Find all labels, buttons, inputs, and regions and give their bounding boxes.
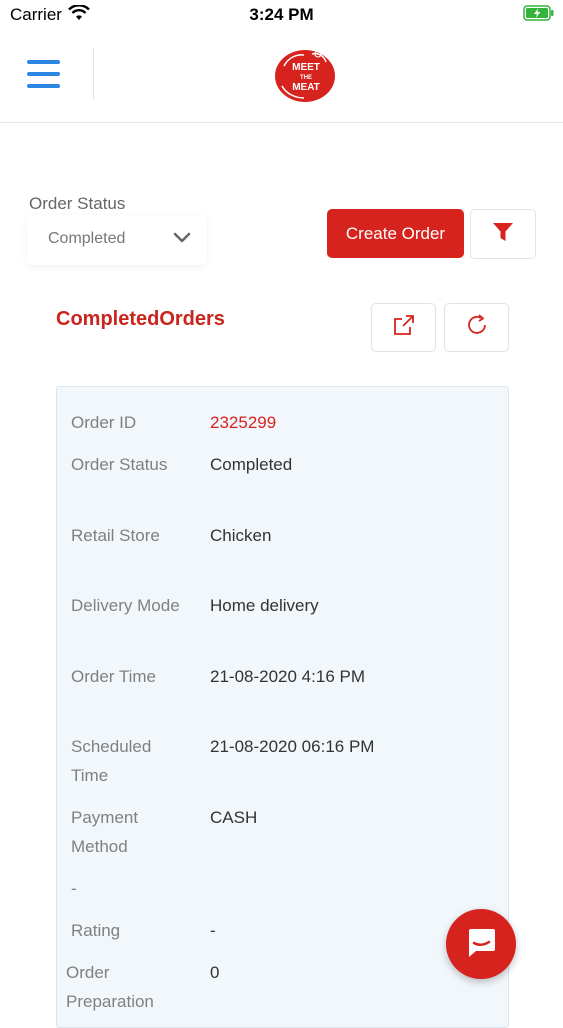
meet-the-meat-logo: MEET THE MEAT (274, 46, 336, 109)
chat-button[interactable] (446, 909, 516, 979)
rating-value: - (210, 921, 216, 940)
status-bar: Carrier 3:24 PM (0, 0, 563, 30)
battery-icon (523, 5, 555, 26)
section-title: CompletedOrders (56, 308, 225, 330)
order-preparation-value: 0 (210, 963, 220, 982)
menu-icon[interactable] (27, 60, 60, 90)
order-time-label: Order Time (71, 667, 157, 686)
order-status-dropdown[interactable]: Completed (27, 215, 207, 265)
order-preparation-label: Order Preparation (66, 963, 154, 1011)
logo-text-the: THE (300, 75, 312, 81)
create-order-button[interactable]: Create Order (327, 209, 464, 258)
clock: 3:24 PM (249, 5, 314, 24)
dash-label: - (71, 879, 77, 898)
scheduled-time-label: Scheduled Time (71, 737, 152, 785)
payment-method-label: Payment Method (71, 808, 139, 856)
refresh-button[interactable] (444, 303, 509, 352)
export-button[interactable] (371, 303, 436, 352)
rating-label: Rating (71, 921, 121, 940)
scheduled-time-value: 21-08-2020 06:16 PM (210, 737, 375, 756)
order-status-label: Order Status (29, 194, 126, 213)
retail-store-value: Chicken (210, 526, 272, 545)
chevron-down-icon (173, 231, 191, 249)
refresh-icon (464, 312, 490, 343)
order-time-value: 21-08-2020 4:16 PM (210, 667, 365, 686)
logo-text-meat: MEAT (292, 82, 320, 93)
navigation-bar: MEET THE MEAT (0, 30, 563, 123)
external-link-icon (392, 313, 416, 342)
logo-text-meet: MEET (292, 62, 320, 73)
filter-button[interactable] (470, 209, 536, 259)
order-card[interactable]: Order ID 2325299 Order Status Completed … (56, 386, 509, 1028)
retail-store-label: Retail Store (71, 526, 160, 545)
order-id-label: Order ID (71, 413, 137, 432)
delivery-mode-label: Delivery Mode (71, 596, 180, 615)
filter-icon (492, 222, 514, 247)
payment-method-value: CASH (210, 808, 258, 827)
chat-bubble-icon (464, 925, 498, 964)
order-status-selected: Completed (48, 230, 126, 247)
nav-divider (93, 48, 94, 100)
order-status-field-label: Order Status (71, 455, 168, 474)
order-id-value: 2325299 (210, 413, 277, 432)
order-status-value: Completed (210, 455, 293, 474)
delivery-mode-value: Home delivery (210, 596, 319, 615)
